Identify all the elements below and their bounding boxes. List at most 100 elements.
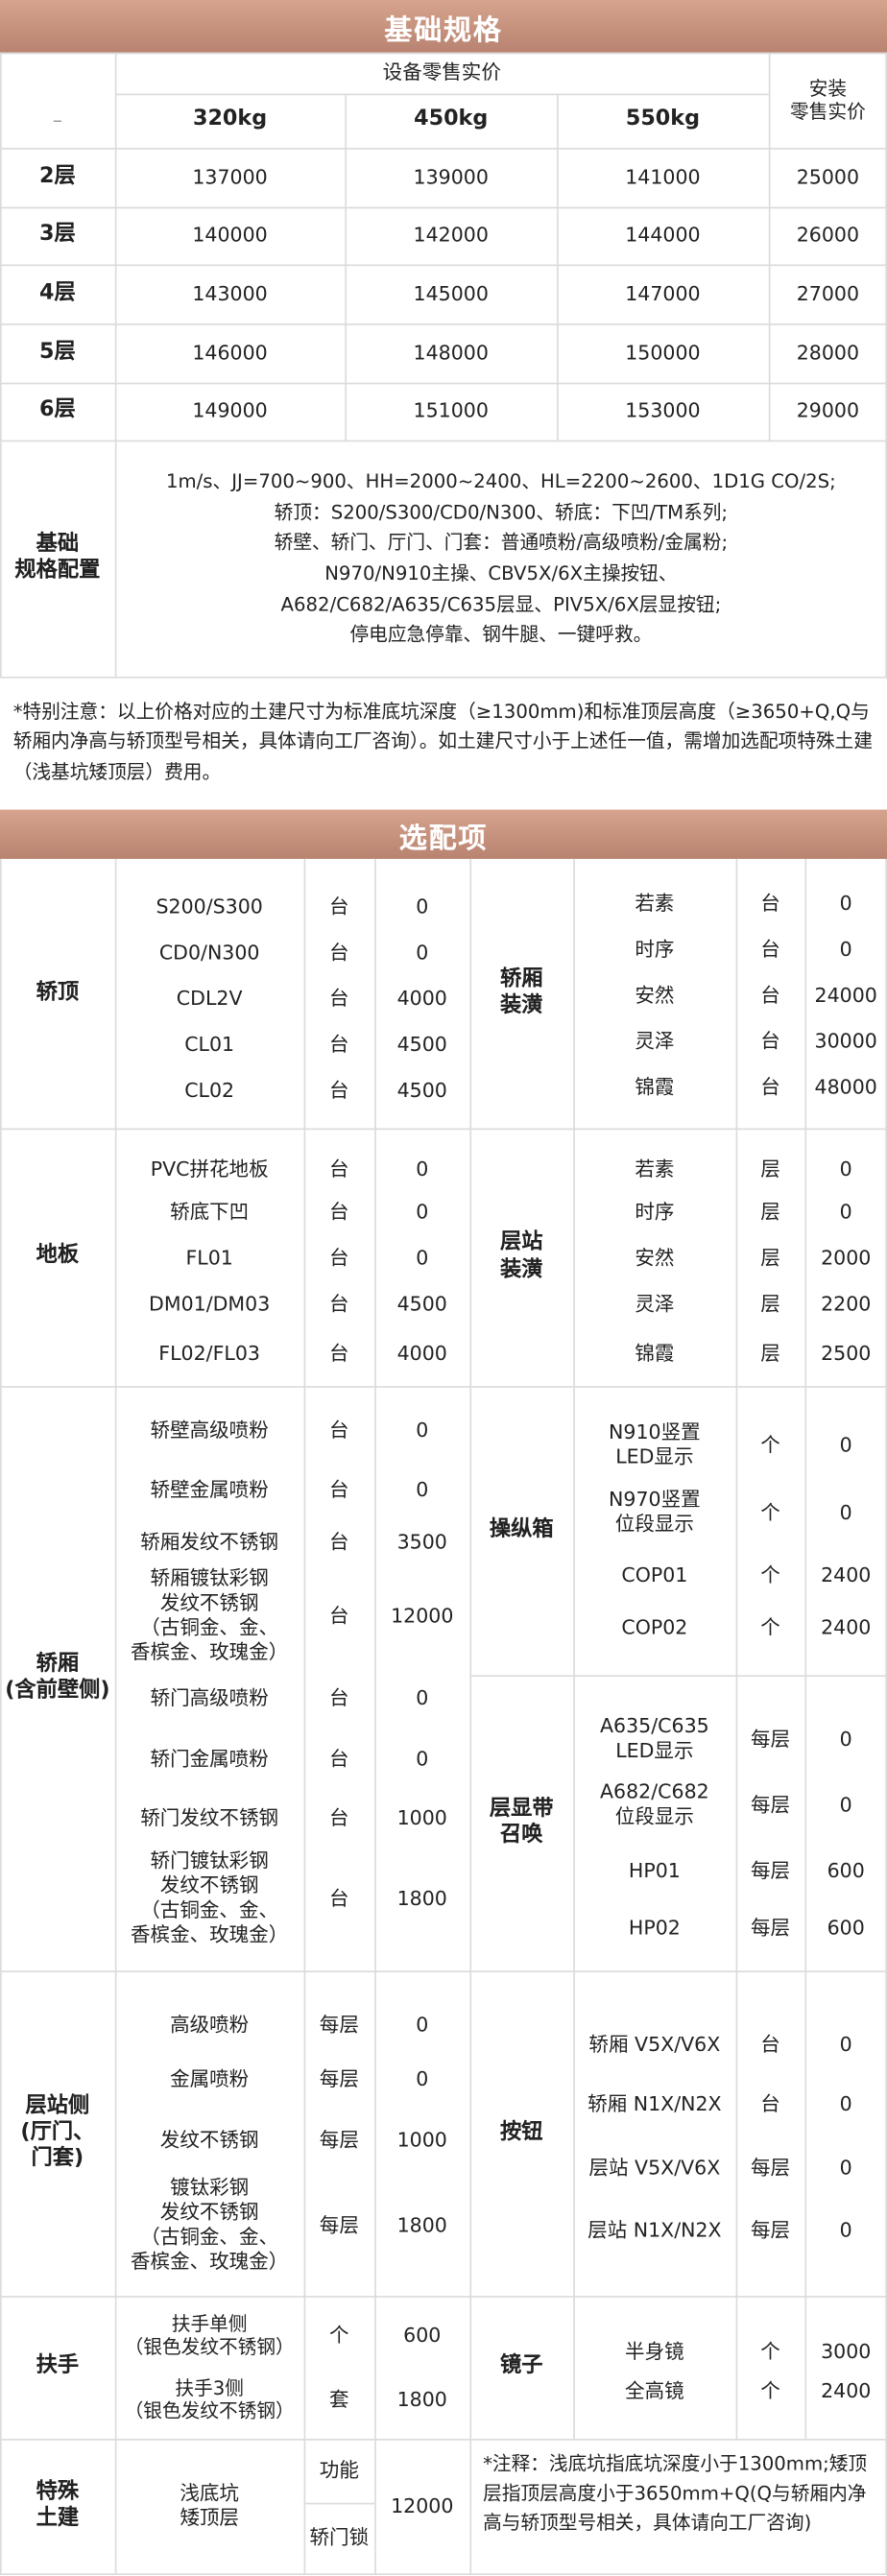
option-price: 1000 [396, 2127, 447, 2151]
car-decor-label: 轿厢 装潢 [500, 966, 543, 1018]
grid-line [0, 1970, 887, 1973]
option-price: 2400 [821, 2378, 872, 2402]
option-unit: 每层 [750, 1915, 791, 1939]
option-price: 600 [403, 2323, 442, 2347]
option-unit: 每层 [750, 2155, 791, 2179]
option-name: 若素 [635, 891, 675, 915]
grid-line [0, 1128, 887, 1131]
option-unit: 每层 [319, 2066, 359, 2090]
option-price: 0 [416, 940, 429, 964]
option-price: 0 [839, 2032, 852, 2056]
option-name: COP01 [621, 1562, 688, 1586]
option-unit: 台 [329, 1603, 349, 1627]
install-cell: 27000 [796, 281, 860, 305]
install-cell: 28000 [796, 341, 860, 365]
option-price: 2500 [821, 1341, 872, 1365]
option-name: 轿门镀钛彩钢 发纹不锈钢 （古铜金、金、 香槟金、玫瑰金） [131, 1849, 289, 1946]
option-name: 轿壁金属喷粉 [150, 1477, 269, 1501]
price-cell: 153000 [625, 398, 701, 422]
price-cell: 148000 [413, 341, 489, 365]
option-price: 0 [839, 937, 852, 961]
option-name: A635/C635 LED显示 [600, 1714, 709, 1763]
special-civil-unit-door-lock: 轿门锁 [309, 2525, 370, 2549]
option-unit: 个 [760, 1562, 780, 1586]
option-name: 轿门金属喷粉 [150, 1746, 269, 1770]
option-price: 0 [839, 2091, 852, 2115]
option-name: HP02 [628, 1915, 681, 1939]
option-price: 4500 [396, 1078, 447, 1102]
option-name: 金属喷粉 [170, 2066, 250, 2090]
option-name: FL01 [185, 1245, 233, 1269]
option-name: 若素 [635, 1157, 675, 1181]
option-unit: 台 [760, 937, 780, 961]
install-cell: 29000 [796, 398, 860, 422]
option-price: 2200 [821, 1291, 872, 1315]
install-cell: 25000 [796, 164, 860, 188]
option-price: 0 [839, 891, 852, 915]
option-name: CDL2V [176, 986, 243, 1010]
option-price: 0 [416, 894, 429, 918]
price-cell: 142000 [413, 223, 489, 247]
option-unit: 台 [329, 986, 349, 1010]
option-unit: 台 [760, 983, 780, 1007]
option-name: 锦霞 [635, 1074, 675, 1098]
option-unit: 个 [760, 1432, 780, 1456]
option-unit: 台 [329, 1291, 349, 1315]
option-price: 2000 [821, 1245, 872, 1269]
option-unit: 台 [329, 1341, 349, 1365]
option-price: 0 [839, 1432, 852, 1456]
price-cell: 139000 [413, 164, 489, 188]
option-unit: 层 [760, 1157, 780, 1181]
option-unit: 个 [329, 2323, 349, 2347]
option-name: 轿厢 V5X/V6X [588, 2032, 721, 2056]
option-unit: 层 [760, 1199, 780, 1223]
option-name: 灵泽 [635, 1029, 675, 1052]
option-name: 轿底下凹 [170, 1199, 250, 1223]
option-name: 安然 [635, 1245, 675, 1269]
option-unit: 台 [329, 1685, 349, 1709]
option-name: 镀钛彩钢 发纹不锈钢 （古铜金、金、 香槟金、玫瑰金） [131, 2176, 289, 2274]
special-civil-label: 特殊 土建 [36, 2479, 80, 2531]
basic-spec-header: 基础规格 [0, 0, 887, 53]
price-cell: 141000 [625, 164, 701, 188]
price-cell: 151000 [413, 398, 489, 422]
corner-dash: – [52, 107, 63, 131]
option-unit: 层 [760, 1245, 780, 1269]
option-name: N910竖置 LED显示 [609, 1420, 701, 1468]
option-unit: 每层 [319, 2012, 359, 2036]
hall-display-label: 层显带 召唤 [489, 1796, 554, 1848]
option-name: 轿门发纹不锈钢 [140, 1805, 279, 1829]
price-cell: 144000 [625, 223, 701, 247]
floor-label: 2层 [39, 163, 76, 189]
option-price: 4000 [396, 1341, 447, 1365]
option-name: CD0/N300 [158, 940, 260, 964]
option-name: 时序 [635, 1199, 675, 1223]
floor-label: 5层 [39, 339, 76, 365]
option-name: A682/C682 位段显示 [600, 1779, 709, 1828]
option-name: 时序 [635, 937, 675, 961]
grid-line [0, 2296, 887, 2298]
special-civil-name: 浅底坑 矮顶层 [180, 2481, 239, 2530]
special-civil-note: *注释：浅底坑指底坑深度小于1300mm;矮顶层指顶层高度小于3650mm+Q(… [483, 2451, 868, 2534]
config-line: 轿顶：S200/S300/CD0/N300、轿底：下凹/TM系列; [274, 500, 729, 524]
option-price: 0 [416, 1245, 429, 1269]
option-name: 轿厢 N1X/N2X [587, 2091, 722, 2115]
capacity-320-header: 320kg [192, 107, 268, 132]
option-price: 4500 [396, 1032, 447, 1056]
option-price: 0 [839, 1792, 852, 1816]
special-civil-unit-function: 功能 [319, 2458, 359, 2482]
option-unit: 台 [329, 1477, 349, 1501]
option-price: 0 [416, 1199, 429, 1223]
option-unit: 个 [760, 2378, 780, 2402]
option-unit: 台 [760, 2091, 780, 2115]
option-unit: 台 [760, 1074, 780, 1098]
option-unit: 台 [329, 1157, 349, 1181]
option-name: 发纹不锈钢 [159, 2127, 259, 2151]
option-price: 4500 [396, 1291, 447, 1315]
mirror-label: 镜子 [500, 2353, 543, 2379]
install-price-header: 安装 零售实价 [790, 76, 866, 124]
option-unit: 每层 [319, 2127, 359, 2151]
config-line: N970/N910主操、CBV5X/6X主操按钮、 [324, 561, 678, 585]
option-name: FL02/FL03 [158, 1341, 260, 1365]
option-price: 30000 [814, 1029, 877, 1052]
